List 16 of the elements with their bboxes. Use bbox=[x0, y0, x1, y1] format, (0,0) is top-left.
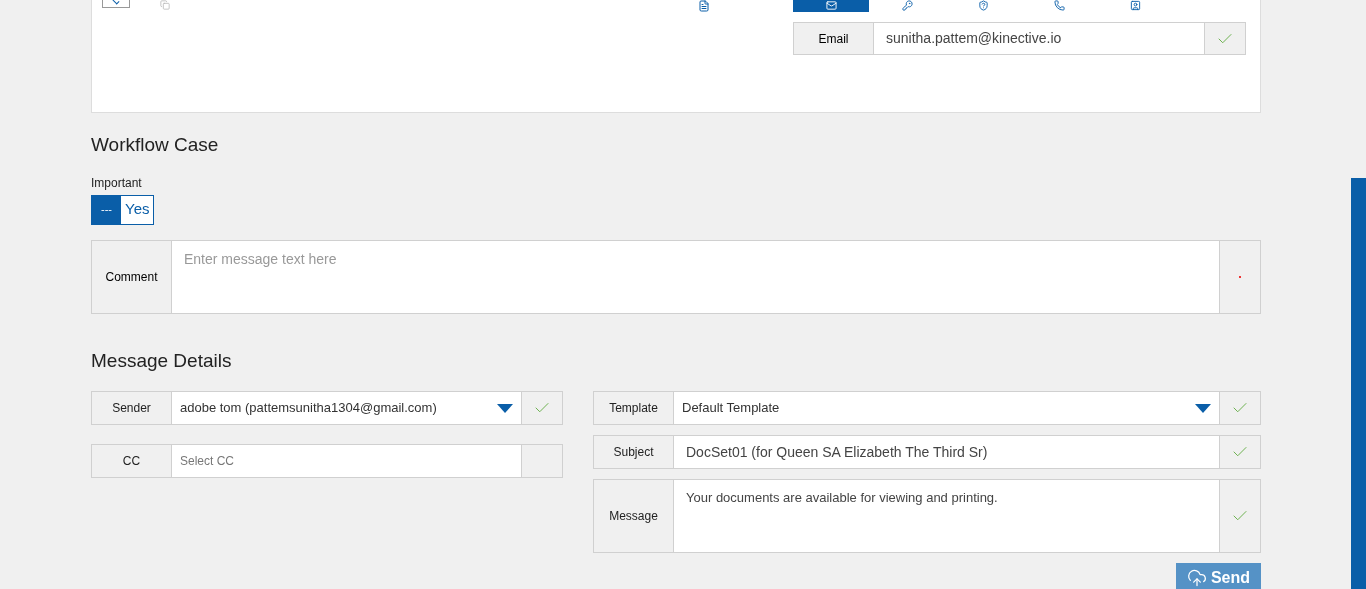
envelope-icon bbox=[825, 0, 837, 11]
person-icon bbox=[1129, 0, 1141, 11]
checkbox[interactable] bbox=[102, 0, 130, 8]
key-icon bbox=[901, 0, 913, 11]
copy-icon bbox=[160, 0, 170, 10]
section-title: Message Details bbox=[91, 348, 233, 373]
document-icon[interactable] bbox=[698, 0, 710, 12]
scrollbar-thumb[interactable] bbox=[1351, 178, 1366, 589]
field-label: Important bbox=[91, 174, 142, 192]
cloud-icon bbox=[1186, 568, 1207, 588]
phone-icon bbox=[1053, 0, 1065, 11]
toggle-option[interactable]: Yes bbox=[121, 195, 154, 224]
section-title: Workflow Case bbox=[91, 133, 220, 157]
tab[interactable] bbox=[793, 0, 869, 12]
toggle-option[interactable]: --- bbox=[92, 195, 121, 224]
shield-icon bbox=[977, 0, 989, 11]
